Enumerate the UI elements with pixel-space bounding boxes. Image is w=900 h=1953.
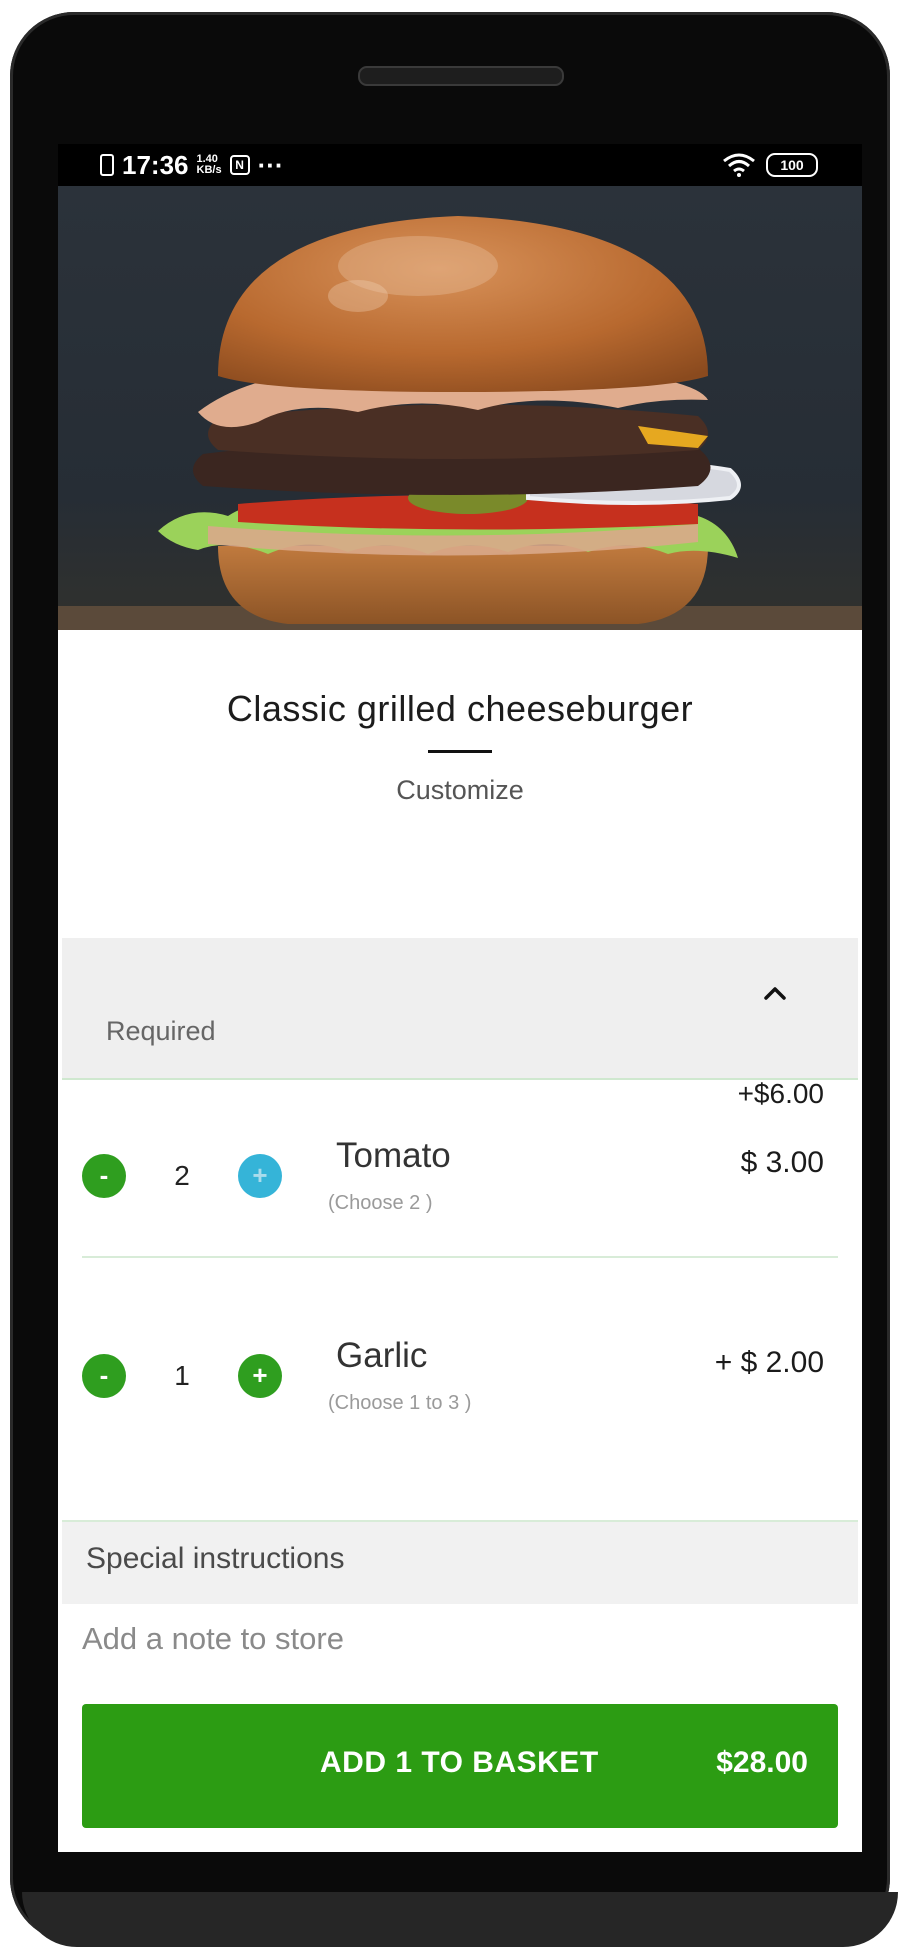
chevron-up-icon[interactable] [760, 978, 790, 1008]
battery-icon: 100 [766, 153, 818, 177]
product-title: Classic grilled cheeseburger [226, 688, 694, 729]
product-header: Classic grilled cheeseburger Customize [58, 630, 862, 882]
option-hint: (Choose 1 to 3 ) [328, 1392, 472, 1414]
product-image [58, 186, 862, 630]
required-section-header[interactable]: Required [62, 938, 858, 1080]
option-name: Garlic [336, 1336, 428, 1375]
special-instructions-header: Special instructions [62, 1520, 858, 1604]
option-row-garlic: - 1 + Garlic (Choose 1 to 3 ) + $ 2.00 [58, 1262, 862, 1430]
option-price: + $ 2.00 [714, 1346, 824, 1379]
earpiece-speaker [358, 66, 564, 86]
customize-subtitle: Customize [396, 775, 524, 805]
option-quantity: 2 [174, 1160, 190, 1191]
basket-total: $28.00 [716, 1746, 808, 1779]
status-time: 17:36 [122, 149, 189, 180]
phone-frame: 17:36 1.40 KB/s N ··· 100 Classic grille… [10, 12, 898, 1947]
cheeseburger-image [58, 216, 862, 630]
row-divider [82, 1256, 838, 1258]
status-bar: 17:36 1.40 KB/s N ··· 100 [58, 144, 862, 186]
special-instructions-label: Special instructions [86, 1542, 345, 1575]
option-name: Tomato [336, 1136, 451, 1175]
option-extra-price: +$6.00 [737, 1078, 824, 1109]
increment-button[interactable]: + [238, 1354, 282, 1398]
note-input[interactable] [82, 1608, 842, 1670]
network-speed: 1.40 KB/s [196, 153, 222, 176]
sim-card-icon [100, 154, 114, 176]
decrement-button[interactable]: - [82, 1154, 126, 1198]
add-to-basket-label: ADD 1 TO BASKET [320, 1746, 599, 1779]
nfc-icon: N [229, 155, 250, 175]
title-divider [428, 750, 492, 753]
wifi-icon [723, 153, 755, 177]
phone-chin [22, 1892, 898, 1947]
decrement-button[interactable]: - [82, 1354, 126, 1398]
option-row-tomato: +$6.00 - 2 + Tomato (Choose 2 ) $ 3.00 [58, 1078, 862, 1258]
option-quantity: 1 [174, 1360, 190, 1391]
more-notifications-icon: ··· [257, 149, 284, 180]
required-label: Required [106, 1016, 216, 1046]
option-hint: (Choose 2 ) [328, 1192, 433, 1214]
app-screen: 17:36 1.40 KB/s N ··· 100 Classic grille… [58, 144, 862, 1852]
add-to-basket-button[interactable]: ADD 1 TO BASKET $28.00 [82, 1704, 838, 1828]
option-price: $ 3.00 [740, 1146, 824, 1179]
increment-button[interactable]: + [238, 1154, 282, 1198]
